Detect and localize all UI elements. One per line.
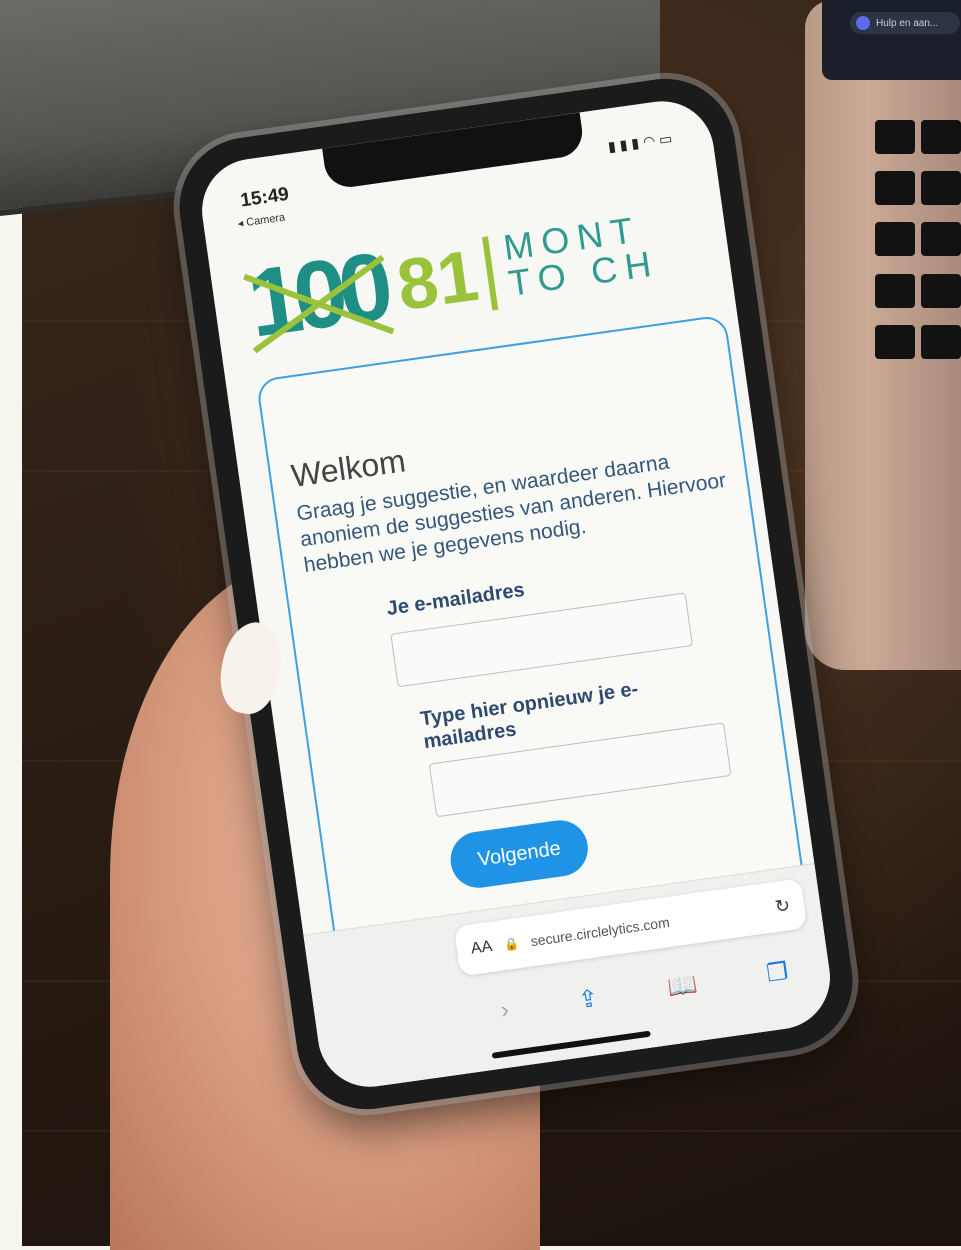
phone-screen: 15:49 ◂ Camera ▮▮▮◠▭ 100 81 MONT TO CH W… — [195, 94, 837, 1094]
notification-text: Hulp en aan... — [876, 17, 939, 29]
bookmarks-icon[interactable]: 📖 — [666, 969, 700, 1002]
next-button[interactable]: Volgende — [447, 816, 592, 892]
status-time: 15:49 — [239, 183, 291, 212]
text-size-button[interactable]: AA — [470, 938, 494, 959]
laptop-notification: Hulp en aan... — [850, 12, 960, 34]
back-to-camera[interactable]: ◂ Camera — [237, 211, 286, 231]
share-icon[interactable]: ⇪ — [576, 983, 600, 1015]
reload-icon[interactable]: ↻ — [774, 895, 792, 918]
logo-divider — [482, 236, 499, 311]
logo-number: 81 — [392, 235, 483, 327]
email-label: Je e-mailadres — [385, 578, 527, 621]
signal-icon: ▮▮▮ — [606, 134, 644, 155]
forward-icon[interactable]: › — [499, 996, 511, 1025]
tabs-icon[interactable]: ❐ — [765, 956, 790, 988]
lock-icon: 🔒 — [503, 936, 520, 953]
card-title: Welkom — [288, 442, 408, 494]
status-icons: ▮▮▮◠▭ — [607, 129, 677, 155]
url-text[interactable]: secure.circlelytics.com — [530, 901, 765, 949]
logo-text: MONT TO CH — [501, 208, 662, 303]
battery-icon: ▭ — [657, 129, 678, 148]
notification-dot-icon — [856, 16, 870, 30]
laptop-keyboard — [875, 120, 961, 370]
phone-notch — [322, 112, 586, 191]
home-indicator[interactable] — [491, 1030, 651, 1059]
